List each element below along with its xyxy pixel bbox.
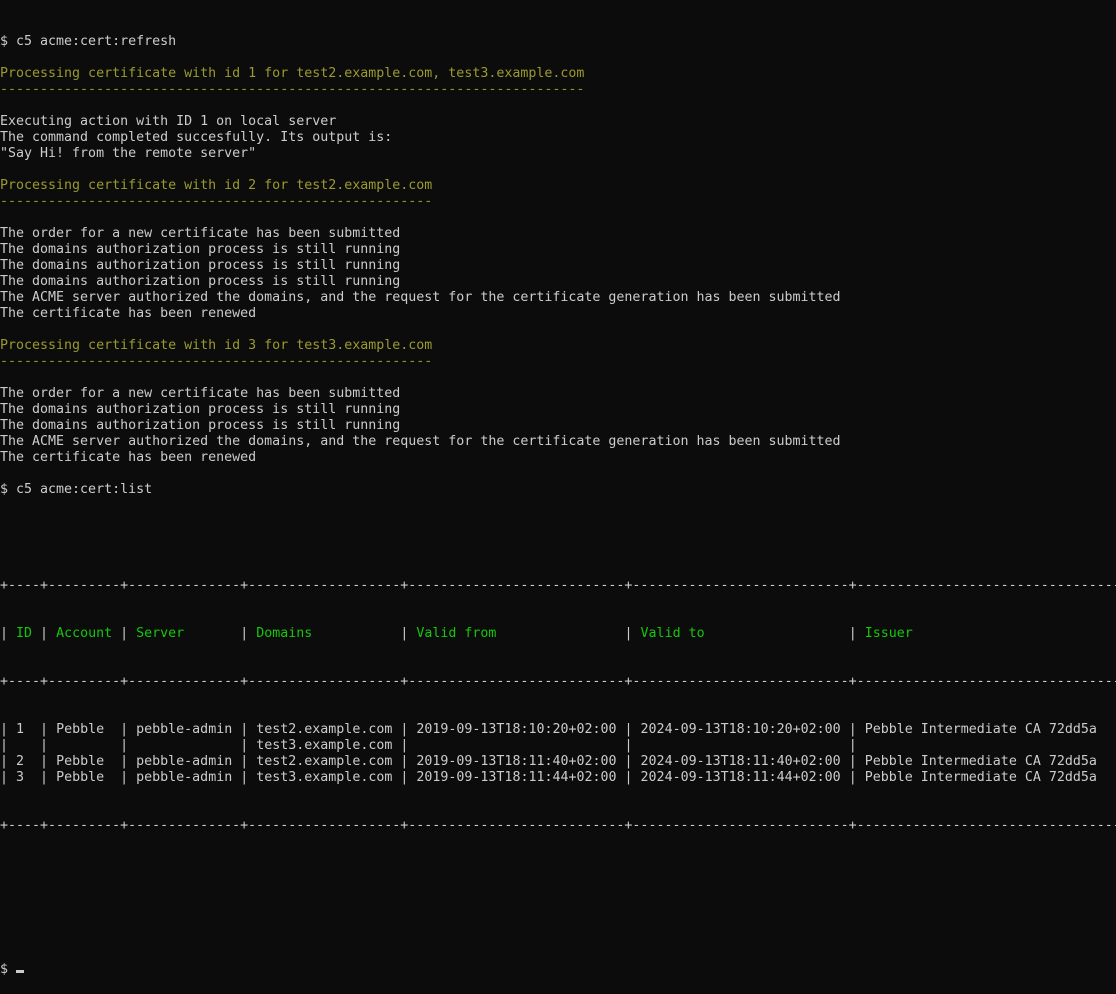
log-line: The ACME server authorized the domains, …	[0, 434, 841, 449]
table-cell: Pebble	[56, 722, 113, 737]
text-cursor	[16, 970, 25, 973]
log-line: The certificate has been renewed	[0, 450, 257, 465]
table-cell: 2019-09-13T18:10:20+02:00	[416, 722, 617, 737]
table-cell: test2.example.com	[256, 754, 393, 769]
table-separator: |	[848, 626, 865, 641]
table-separator: |	[120, 626, 137, 641]
log-line: The domains authorization process is sti…	[0, 418, 401, 433]
table-cell	[136, 738, 232, 753]
table-row: | 3 | Pebble | pebble-admin | test3.exam…	[0, 770, 1116, 786]
table-cell	[865, 738, 1116, 753]
table-header-cell: Domains	[256, 626, 393, 641]
cert-list-table: +----+---------+--------------+---------…	[0, 546, 1116, 866]
log-line: $ c5 acme:cert:refresh	[0, 34, 177, 49]
table-cell: 2024-09-13T18:11:40+02:00	[640, 754, 841, 769]
table-separator: |	[0, 626, 17, 641]
log-line: $ c5 acme:cert:list	[0, 482, 153, 497]
table-cell: 3	[16, 770, 33, 785]
log-line: Processing certificate with id 2 for tes…	[0, 178, 433, 193]
log-line: The domains authorization process is sti…	[0, 274, 401, 289]
log-line: The domains authorization process is sti…	[0, 258, 401, 273]
table-separator: |	[624, 626, 641, 641]
table-cell: pebble-admin	[136, 722, 233, 737]
table-border-mid: +----+---------+--------------+---------…	[0, 674, 1116, 689]
table-cell: Pebble	[56, 754, 113, 769]
table-header-cell: Server	[136, 626, 233, 641]
table-row: | 2 | Pebble | pebble-admin | test2.exam…	[0, 754, 1116, 770]
table-cell: 1	[16, 722, 33, 737]
table-separator: |	[240, 626, 257, 641]
log-line: "Say Hi! from the remote server"	[0, 146, 257, 161]
command-log: $ c5 acme:cert:refresh Processing certifi…	[0, 34, 1116, 498]
log-line: The domains authorization process is sti…	[0, 242, 401, 257]
table-cell: Pebble Intermediate CA 72dd5a	[864, 770, 1116, 785]
log-line: Processing certificate with id 1 for tes…	[0, 66, 585, 81]
table-border-top: +----+---------+--------------+---------…	[0, 578, 1116, 593]
log-line: Executing action with ID 1 on local serv…	[0, 114, 337, 129]
table-cell	[641, 738, 841, 753]
table-cell	[416, 738, 616, 753]
table-header-cell: Account	[56, 626, 113, 641]
table-cell: test3.example.com	[256, 738, 393, 753]
log-line: The certificate has been renewed	[0, 306, 257, 321]
table-cell: 2019-09-13T18:11:44+02:00	[416, 770, 617, 785]
table-header-cell: Issuer	[864, 626, 1116, 641]
table-cell: 2019-09-13T18:11:40+02:00	[416, 754, 617, 769]
table-header-cell: Valid to	[640, 626, 841, 641]
table-row: | 1 | Pebble | pebble-admin | test2.exam…	[0, 722, 1116, 738]
shell-prompt-line[interactable]: $	[0, 962, 1116, 978]
table-cell: test3.example.com	[256, 770, 393, 785]
table-cell: Pebble Intermediate CA 72dd5a	[864, 722, 1116, 737]
table-cell: 2024-09-13T18:10:20+02:00	[640, 722, 841, 737]
log-line: The command completed succesfully. Its o…	[0, 130, 393, 145]
table-border-bottom: +----+---------+--------------+---------…	[0, 818, 1116, 833]
table-separator: |	[40, 626, 57, 641]
table-header-cell: ID	[16, 626, 33, 641]
table-cell: pebble-admin	[136, 754, 233, 769]
table-cell: test2.example.com	[256, 722, 393, 737]
table-cell: Pebble	[56, 770, 113, 785]
table-cell: 2	[16, 754, 33, 769]
log-line: The domains authorization process is sti…	[0, 402, 401, 417]
table-header-row: | ID | Account | Server | Domains | Vali…	[0, 626, 1116, 642]
table-cell	[56, 738, 112, 753]
terminal-output[interactable]: $ c5 acme:cert:refresh Processing certifi…	[0, 2, 1116, 994]
log-line: The order for a new certificate has been…	[0, 226, 401, 241]
log-line: The order for a new certificate has been…	[0, 386, 401, 401]
table-cell: pebble-admin	[136, 770, 233, 785]
prompt-symbol: $	[0, 962, 17, 977]
table-row: | | | | test3.example.com | | | |	[0, 738, 1116, 754]
table-header-cell: Valid from	[416, 626, 617, 641]
log-line: Processing certificate with id 3 for tes…	[0, 338, 433, 353]
table-cell: 2024-09-13T18:11:44+02:00	[640, 770, 841, 785]
log-line: ----------------------------------------…	[0, 354, 433, 369]
table-separator: |	[400, 626, 417, 641]
log-line: ----------------------------------------…	[0, 194, 433, 209]
table-cell: Pebble Intermediate CA 72dd5a	[864, 754, 1116, 769]
log-line: The ACME server authorized the domains, …	[0, 290, 841, 305]
table-cell	[16, 738, 32, 753]
log-line: ----------------------------------------…	[0, 82, 585, 97]
